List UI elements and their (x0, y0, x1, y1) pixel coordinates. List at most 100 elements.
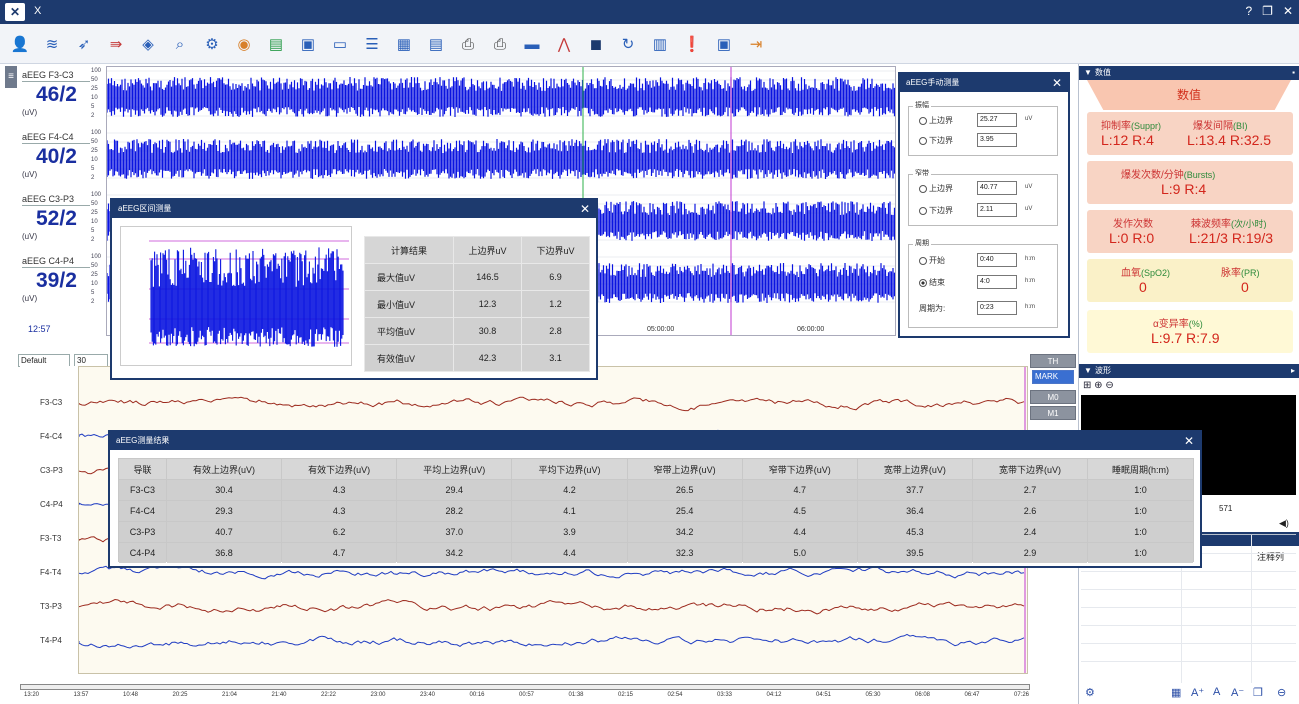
trend-time-label: 05:00:00 (647, 326, 674, 333)
window-icon[interactable]: ▭ (330, 36, 350, 54)
speaker-icon[interactable]: ◀) (1279, 518, 1289, 529)
exit-icon[interactable]: ⇥ (746, 36, 766, 54)
settings-gear-icon[interactable]: ⚙ (202, 36, 222, 54)
trend-band-1 (107, 77, 895, 117)
cycle-start-radio[interactable]: 开始 (919, 255, 945, 266)
refresh-icon[interactable]: ↻ (618, 36, 638, 54)
print-icon[interactable]: ⎙ (458, 36, 478, 54)
unit-label: uV (1025, 206, 1033, 212)
g1-upper-radio[interactable]: 上边界 (919, 115, 953, 126)
list-icon[interactable]: ☰ (362, 36, 382, 54)
radio-icon[interactable] (919, 256, 927, 265)
close-button[interactable]: ✕ (1283, 4, 1293, 18)
alert-icon[interactable]: ❗ (682, 36, 702, 54)
mark-select[interactable]: MARK (1032, 370, 1074, 384)
g2-lower-radio[interactable]: 下边界 (919, 205, 953, 216)
g1-lower-input[interactable]: 3.95 (977, 133, 1017, 147)
radio-icon[interactable] (919, 184, 927, 193)
timeline-bar[interactable]: 13:20 13:57 10:48 20:25 21:04 21:40 22:22 23:00… (20, 684, 1030, 704)
montage-icon[interactable]: ≋ (42, 36, 62, 54)
stats-cell: 6.9 (522, 264, 589, 290)
stats-cell: 有效值uV (365, 345, 454, 371)
result-cell: 6.2 (282, 522, 397, 542)
book-icon[interactable]: ▥ (650, 36, 670, 54)
zoom-search-icon[interactable]: ⌕ (170, 36, 190, 54)
scale-tick-label: 10 (91, 219, 98, 225)
report-icon[interactable]: ▦ (394, 36, 414, 54)
g1-upper-input[interactable]: 25.27 (977, 113, 1017, 127)
monitor-icon[interactable]: ▣ (714, 36, 734, 54)
result-cell: 34.2 (627, 522, 742, 542)
cycle-start-input[interactable]: 0:40 (977, 253, 1017, 267)
help-button[interactable]: ? (1245, 4, 1252, 18)
m1-button[interactable]: M1 (1030, 406, 1076, 420)
image-icon[interactable]: ▣ (298, 36, 318, 54)
scale-tick-label: 100 (91, 254, 102, 260)
result-cell: F4-C4 (119, 501, 166, 521)
stats-cell: 146.5 (454, 264, 522, 290)
unit-label: h:m (1025, 256, 1036, 262)
th-button[interactable]: TH (1030, 354, 1076, 368)
band-icon[interactable]: ▬ (522, 36, 542, 54)
menu-icon[interactable]: ≡ (5, 66, 17, 88)
maximize-button[interactable]: ❐ (1262, 4, 1273, 18)
user-icon[interactable]: 👤 (10, 36, 30, 54)
close-icon[interactable]: ✕ (580, 202, 590, 216)
font-up-icon[interactable]: A⁺ (1191, 686, 1204, 699)
spectrum-icon[interactable]: ⋀ (554, 36, 574, 54)
cycle-end-radio[interactable]: 结束 (919, 277, 945, 288)
cycle-period-label: 周期为: (919, 304, 946, 313)
cycle-end-input[interactable]: 4:0 (977, 275, 1017, 289)
card-heading: 爆发次数/分钟(Bursts) (1121, 170, 1216, 181)
chart-bars-icon[interactable]: ▤ (266, 36, 286, 54)
scale-tick-label: 10 (91, 157, 98, 163)
document-icon[interactable]: ▤ (426, 36, 446, 54)
layers-icon[interactable]: ◈ (138, 36, 158, 54)
result-header: 平均上边界(uV) (397, 459, 512, 479)
marker-icon[interactable]: ⇛ (106, 36, 126, 54)
minus-circle-icon[interactable]: ⊖ (1277, 686, 1286, 699)
radio-icon[interactable] (919, 136, 927, 145)
table-row[interactable]: F3-C3 30.4 4.3 29.4 4.2 26.5 4.7 37.7 2.7 1:0 (119, 480, 1193, 500)
result-cell: 32.3 (627, 543, 742, 563)
result-cell: 29.3 (166, 501, 282, 521)
table-row[interactable]: F4-C4 29.3 4.3 28.2 4.1 25.4 4.5 36.4 2.6 1:0 (119, 501, 1193, 521)
printer-icon[interactable]: ⎙ (490, 36, 510, 54)
table-row[interactable]: C3-P3 40.7 6.2 37.0 3.9 34.2 4.4 45.3 2.4 1:0 (119, 522, 1193, 542)
g2-upper-input[interactable]: 40.77 (977, 181, 1017, 195)
copy-icon[interactable]: ❐ (1253, 686, 1263, 699)
calendar-icon[interactable]: ▦ (1171, 686, 1181, 699)
raw-lead-label: F4-C4 (40, 432, 63, 441)
gear-icon[interactable]: ⚙ (1085, 686, 1095, 699)
m0-button[interactable]: M0 (1030, 390, 1076, 404)
timeline-track[interactable] (20, 684, 1030, 690)
result-cell: 4.7 (742, 480, 857, 500)
table-row[interactable]: C4-P4 36.8 4.7 34.2 4.4 32.3 5.0 39.5 2.9 1:0 (119, 543, 1193, 563)
cycle-period-input[interactable]: 0:23 (977, 301, 1017, 315)
card-value: L:9 R:4 (1161, 181, 1207, 197)
font-down-icon[interactable]: A⁻ (1231, 686, 1244, 699)
result-cell: 2.4 (972, 522, 1088, 542)
values-panel-header[interactable]: ▼ 数值 ▪ (1079, 66, 1299, 80)
lead-unit: (uV) (22, 170, 38, 179)
pin-icon[interactable]: ▪ (1292, 66, 1295, 80)
close-icon[interactable]: ✕ (1052, 76, 1062, 90)
radio-icon[interactable] (919, 206, 927, 215)
color-map-icon[interactable]: ◉ (234, 36, 254, 54)
radio-icon[interactable] (919, 116, 927, 125)
values-head-label: 数值 (1095, 68, 1111, 77)
g2-upper-radio[interactable]: 上边界 (919, 183, 953, 194)
close-icon[interactable]: ✕ (1184, 434, 1194, 448)
font-icon[interactable]: A (1213, 686, 1220, 698)
collapse-triangle-icon[interactable]: ▼ (1084, 66, 1092, 80)
g1-lower-radio[interactable]: 下边界 (919, 135, 953, 146)
video-camera-icon[interactable]: ◼ (586, 36, 606, 54)
filter-icon[interactable]: ➶ (74, 36, 94, 54)
interval-mini-chart (120, 226, 352, 366)
wave-panel-header[interactable]: ▼ 波形 ▸ (1079, 364, 1299, 378)
pin-icon[interactable]: ▸ (1291, 364, 1295, 378)
wave-zoom-tools[interactable]: ⊞ ⊕ ⊖ (1083, 380, 1114, 391)
radio-selected-icon[interactable] (919, 278, 927, 287)
g2-lower-input[interactable]: 2.11 (977, 203, 1017, 217)
collapse-triangle-icon[interactable]: ▼ (1084, 364, 1092, 378)
